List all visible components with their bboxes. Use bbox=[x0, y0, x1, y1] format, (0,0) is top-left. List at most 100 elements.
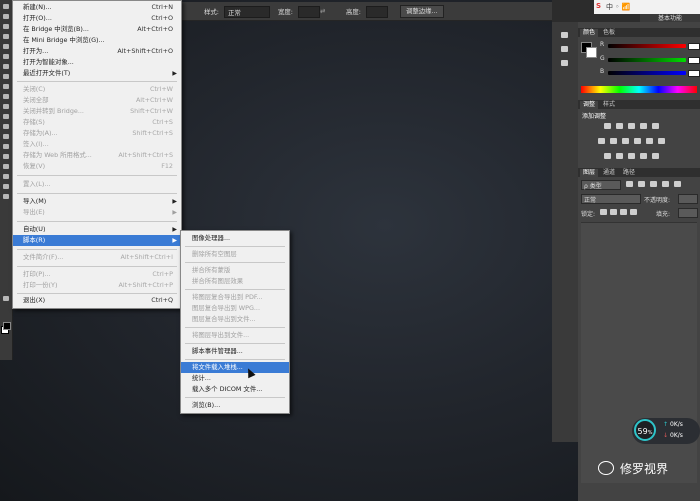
color-spectrum-ramp[interactable] bbox=[581, 86, 697, 93]
more-tools-icon[interactable] bbox=[3, 296, 9, 301]
menu-item-print[interactable]: 打印(P)... Ctrl+P bbox=[13, 269, 181, 280]
layer-kind-filter[interactable]: ρ 类型 bbox=[581, 180, 621, 190]
menu-item-export[interactable]: 导出(E) ▶ bbox=[13, 207, 181, 218]
filter-smart-object-icon[interactable] bbox=[674, 181, 681, 187]
submenu-item-comps-to-pdf[interactable]: 将图层复合导出到 PDF... bbox=[181, 292, 289, 303]
submenu-item-browse[interactable]: 浏览(B)... bbox=[181, 400, 289, 411]
menu-item-open-smart-object[interactable]: 打开为智能对象... bbox=[13, 57, 181, 68]
history-panel-icon[interactable] bbox=[561, 32, 568, 38]
red-value-field[interactable] bbox=[688, 43, 700, 50]
ime-icon[interactable]: S bbox=[596, 2, 601, 10]
menu-item-exit[interactable]: 退出(X) Ctrl+Q bbox=[13, 295, 181, 306]
menu-item-close-all[interactable]: 关闭全部 Alt+Ctrl+W bbox=[13, 95, 181, 106]
menu-item-import[interactable]: 导入(M) ▶ bbox=[13, 196, 181, 207]
menu-item-browse-bridge[interactable]: 在 Bridge 中浏览(B)... Alt+Ctrl+O bbox=[13, 24, 181, 35]
menu-item-check-in[interactable]: 签入(I)... bbox=[13, 139, 181, 150]
filter-shape-icon[interactable] bbox=[662, 181, 669, 187]
lock-position-icon[interactable] bbox=[620, 209, 627, 215]
memory-usage-gauge[interactable]: 59% bbox=[634, 419, 656, 441]
type-tool-icon[interactable] bbox=[3, 154, 9, 159]
height-field[interactable] bbox=[366, 6, 388, 18]
lock-transparent-icon[interactable] bbox=[600, 209, 607, 215]
gradient-tool-icon[interactable] bbox=[3, 114, 9, 119]
menu-item-close-go-bridge[interactable]: 关闭并转到 Bridge... Shift+Ctrl+W bbox=[13, 106, 181, 117]
submenu-item-layers-to-files[interactable]: 将图层导出到文件... bbox=[181, 330, 289, 341]
filter-pixel-icon[interactable] bbox=[626, 181, 633, 187]
shape-tool-icon[interactable] bbox=[3, 174, 9, 179]
invert-icon[interactable] bbox=[604, 153, 611, 159]
green-slider[interactable] bbox=[608, 58, 686, 62]
submenu-item-load-files-into-stack[interactable]: 将文件载入堆栈... bbox=[181, 362, 289, 373]
green-value-field[interactable] bbox=[688, 57, 700, 64]
submenu-item-flatten-effects[interactable]: 拼合所有图层效果 bbox=[181, 276, 289, 287]
photo-filter-icon[interactable] bbox=[634, 138, 641, 144]
submenu-item-load-dicom[interactable]: 载入多个 DICOM 文件... bbox=[181, 384, 289, 395]
hand-tool-icon[interactable] bbox=[3, 184, 9, 189]
fill-field[interactable] bbox=[678, 208, 698, 218]
width-field[interactable] bbox=[298, 6, 320, 18]
menu-item-open[interactable]: 打开(O)... Ctrl+O bbox=[13, 13, 181, 24]
menu-item-new[interactable]: 新建(N)... Ctrl+N bbox=[13, 2, 181, 13]
submenu-item-script-events-manager[interactable]: 脚本事件管理器... bbox=[181, 346, 289, 357]
black-white-icon[interactable] bbox=[622, 138, 629, 144]
exposure-icon[interactable] bbox=[640, 123, 647, 129]
menu-item-browse-mini-bridge[interactable]: 在 Mini Bridge 中浏览(G)... bbox=[13, 35, 181, 46]
submenu-item-image-processor[interactable]: 图像处理器... bbox=[181, 233, 289, 244]
clone-stamp-tool-icon[interactable] bbox=[3, 84, 9, 89]
eyedropper-tool-icon[interactable] bbox=[3, 54, 9, 59]
swap-icon[interactable]: ⇄ bbox=[320, 7, 325, 15]
filter-adjustment-icon[interactable] bbox=[638, 181, 645, 187]
foreground-color-swatch[interactable] bbox=[3, 322, 11, 330]
vibrance-icon[interactable] bbox=[652, 123, 659, 129]
pen-tool-icon[interactable] bbox=[3, 144, 9, 149]
selective-color-icon[interactable] bbox=[652, 153, 659, 159]
history-brush-tool-icon[interactable] bbox=[3, 94, 9, 99]
tab-channels[interactable]: 通道 bbox=[600, 169, 618, 177]
color-balance-icon[interactable] bbox=[610, 138, 617, 144]
path-select-tool-icon[interactable] bbox=[3, 164, 9, 169]
submenu-item-flatten-masks[interactable]: 拼合所有蒙版 bbox=[181, 265, 289, 276]
brush-tool-icon[interactable] bbox=[3, 74, 9, 79]
red-slider[interactable] bbox=[608, 44, 686, 48]
menu-item-close[interactable]: 关闭(C) Ctrl+W bbox=[13, 84, 181, 95]
healing-brush-tool-icon[interactable] bbox=[3, 64, 9, 69]
menu-item-open-as[interactable]: 打开为... Alt+Shift+Ctrl+O bbox=[13, 46, 181, 57]
lasso-tool-icon[interactable] bbox=[3, 24, 9, 29]
lock-all-icon[interactable] bbox=[630, 209, 637, 215]
menu-item-automate[interactable]: 自动(U) ▶ bbox=[13, 224, 181, 235]
tab-layers[interactable]: 图层 bbox=[580, 169, 599, 177]
tab-paths[interactable]: 路径 bbox=[620, 169, 638, 177]
posterize-icon[interactable] bbox=[616, 153, 623, 159]
eraser-tool-icon[interactable] bbox=[3, 104, 9, 109]
menu-item-recent-files[interactable]: 最近打开文件(T) ▶ bbox=[13, 68, 181, 79]
tab-adjustments[interactable]: 调整 bbox=[580, 101, 599, 109]
channel-mixer-icon[interactable] bbox=[646, 138, 653, 144]
crop-tool-icon[interactable] bbox=[3, 44, 9, 49]
marquee-tool-icon[interactable] bbox=[3, 14, 9, 19]
quick-select-tool-icon[interactable] bbox=[3, 34, 9, 39]
zoom-tool-icon[interactable] bbox=[3, 194, 9, 199]
submenu-item-delete-empty-layers[interactable]: 删除所有空图层 bbox=[181, 249, 289, 260]
lock-image-icon[interactable] bbox=[610, 209, 617, 215]
hue-saturation-icon[interactable] bbox=[598, 138, 605, 144]
dodge-tool-icon[interactable] bbox=[3, 134, 9, 139]
color-lookup-icon[interactable] bbox=[658, 138, 665, 144]
menu-item-scripts[interactable]: 脚本(R) ▶ bbox=[13, 235, 181, 246]
submenu-item-comps-to-files[interactable]: 图层复合导出到文件... bbox=[181, 314, 289, 325]
brightness-icon[interactable] bbox=[604, 123, 611, 129]
tab-swatches[interactable]: 色板 bbox=[600, 29, 618, 37]
menu-item-place[interactable]: 置入(L)... bbox=[13, 179, 181, 190]
background-color-chip[interactable] bbox=[586, 47, 597, 58]
properties-panel-icon[interactable] bbox=[561, 46, 568, 52]
blend-mode-select[interactable]: 正常 bbox=[581, 194, 641, 204]
submenu-item-comps-to-wpg[interactable]: 图层复合导出到 WPG... bbox=[181, 303, 289, 314]
menu-item-file-info[interactable]: 文件简介(F)... Alt+Shift+Ctrl+I bbox=[13, 252, 181, 263]
levels-icon[interactable] bbox=[616, 123, 623, 129]
blue-value-field[interactable] bbox=[688, 70, 700, 77]
menu-item-save-for-web[interactable]: 存储为 Web 所用格式... Alt+Shift+Ctrl+S bbox=[13, 150, 181, 161]
threshold-icon[interactable] bbox=[628, 153, 635, 159]
menu-item-revert[interactable]: 恢复(V) F12 bbox=[13, 161, 181, 172]
filter-type-icon[interactable] bbox=[650, 181, 657, 187]
brush-panel-icon[interactable] bbox=[561, 60, 568, 66]
refine-edge-button[interactable]: 调整边缘... bbox=[400, 5, 444, 18]
